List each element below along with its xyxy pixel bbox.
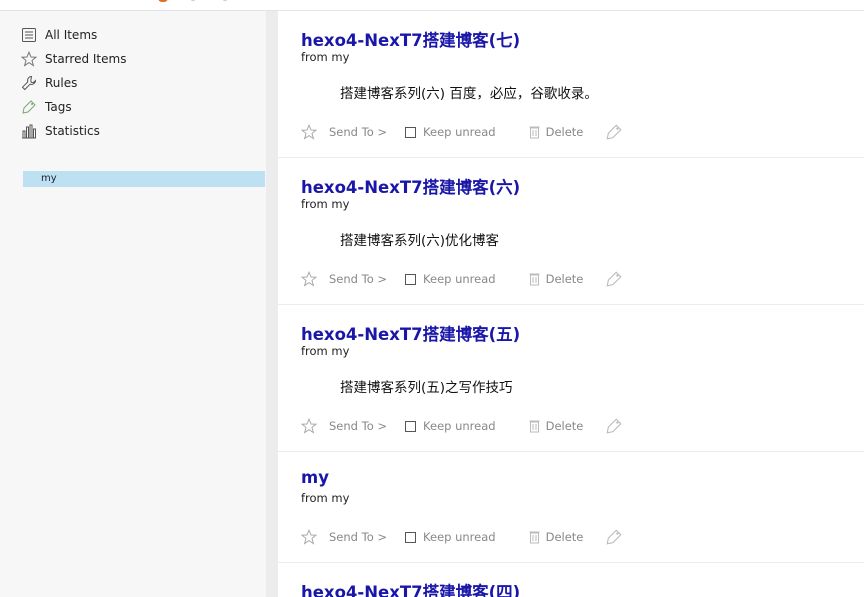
toolbar-icon xyxy=(190,0,196,1)
article-title[interactable]: my xyxy=(301,468,329,487)
delete-button[interactable]: Delete xyxy=(529,419,606,433)
article-source: from my xyxy=(301,50,350,64)
article-item: hexo4-NexT7搭建博客(七) from my 搭建博客系列(六) 百度，… xyxy=(278,11,864,158)
keep-unread-toggle[interactable]: Keep unread xyxy=(405,125,529,139)
keep-unread-checkbox[interactable] xyxy=(405,126,417,138)
tag-icon xyxy=(20,98,38,116)
toolbar-icon xyxy=(222,0,228,1)
star-icon xyxy=(20,50,38,68)
star-icon xyxy=(301,124,317,140)
star-icon xyxy=(301,271,317,287)
article-source: from my xyxy=(301,491,350,505)
article-actions: Send To > Keep unread Delete xyxy=(301,416,623,436)
sidebar-item-label: Rules xyxy=(45,76,78,90)
delete-label: Delete xyxy=(545,419,584,433)
article-title[interactable]: hexo4-NexT7搭建博客(七) xyxy=(301,27,520,51)
keep-unread-checkbox[interactable] xyxy=(405,531,417,543)
send-to-button[interactable]: Send To > xyxy=(329,272,387,286)
keep-unread-toggle[interactable]: Keep unread xyxy=(405,272,529,286)
delete-button[interactable]: Delete xyxy=(529,125,606,139)
tag-icon xyxy=(606,124,622,140)
keep-unread-checkbox[interactable] xyxy=(405,273,417,285)
keep-unread-toggle[interactable]: Keep unread xyxy=(405,530,529,544)
sidebar-item-rules[interactable]: Rules xyxy=(20,71,126,95)
tag-button[interactable] xyxy=(605,528,623,546)
sidebar-item-label: All Items xyxy=(45,28,98,42)
tag-icon xyxy=(606,529,622,545)
article-title[interactable]: hexo4-NexT7搭建博客(四) xyxy=(301,579,520,597)
star-button[interactable] xyxy=(301,271,329,287)
article-summary: 搭建博客系列(六)优化博客 xyxy=(340,233,500,249)
sidebar-item-statistics[interactable]: Statistics xyxy=(20,119,126,143)
keep-unread-label: Keep unread xyxy=(423,125,496,139)
keep-unread-checkbox[interactable] xyxy=(405,420,417,432)
tag-icon xyxy=(606,418,622,434)
article-summary: 搭建博客系列(六) 百度，必应，谷歌收录。 xyxy=(340,86,598,102)
article-actions: Send To > Keep unread Delete xyxy=(301,122,623,142)
delete-label: Delete xyxy=(545,125,584,139)
send-to-button[interactable]: Send To > xyxy=(329,125,387,139)
article-item: my from my Send To > Keep unread Delete xyxy=(278,452,864,563)
article-item: hexo4-NexT7搭建博客(四) xyxy=(278,563,864,597)
sidebar-nav: All Items Starred Items Rules Tags Stati… xyxy=(20,23,126,143)
keep-unread-label: Keep unread xyxy=(423,419,496,433)
tag-button[interactable] xyxy=(605,123,623,141)
sidebar-item-label: Starred Items xyxy=(45,52,127,66)
article-summary: 搭建博客系列(五)之写作技巧 xyxy=(340,380,513,396)
sidebar-item-tags[interactable]: Tags xyxy=(20,95,126,119)
star-icon xyxy=(301,529,317,545)
sidebar-item-label: Tags xyxy=(45,100,72,114)
tag-button[interactable] xyxy=(605,417,623,435)
delete-button[interactable]: Delete xyxy=(529,530,606,544)
article-item: hexo4-NexT7搭建博客(六) from my 搭建博客系列(六)优化博客… xyxy=(278,158,864,305)
star-button[interactable] xyxy=(301,124,329,140)
sidebar-item-starred-items[interactable]: Starred Items xyxy=(20,47,126,71)
send-to-button[interactable]: Send To > xyxy=(329,419,387,433)
bar-chart-icon xyxy=(20,122,38,140)
sidebar-folder-my[interactable]: my xyxy=(23,171,265,187)
tag-icon xyxy=(606,271,622,287)
star-button[interactable] xyxy=(301,529,329,545)
sidebar: All Items Starred Items Rules Tags Stati… xyxy=(0,11,266,597)
trash-icon xyxy=(529,126,540,139)
trash-icon xyxy=(529,531,540,544)
sidebar-item-label: Statistics xyxy=(45,124,100,138)
article-actions: Send To > Keep unread Delete xyxy=(301,269,623,289)
delete-label: Delete xyxy=(545,272,584,286)
article-title[interactable]: hexo4-NexT7搭建博客(五) xyxy=(301,321,520,345)
article-source: from my xyxy=(301,197,350,211)
article-title[interactable]: hexo4-NexT7搭建博客(六) xyxy=(301,174,520,198)
delete-label: Delete xyxy=(545,530,584,544)
article-actions: Send To > Keep unread Delete xyxy=(301,527,623,547)
app-logo-icon xyxy=(158,0,168,2)
tag-button[interactable] xyxy=(605,270,623,288)
star-icon xyxy=(301,418,317,434)
sidebar-splitter[interactable] xyxy=(266,11,278,597)
article-item: hexo4-NexT7搭建博客(五) from my 搭建博客系列(五)之写作技… xyxy=(278,305,864,452)
article-list: hexo4-NexT7搭建博客(七) from my 搭建博客系列(六) 百度，… xyxy=(278,11,864,597)
trash-icon xyxy=(529,273,540,286)
article-source: from my xyxy=(301,344,350,358)
keep-unread-label: Keep unread xyxy=(423,272,496,286)
wrench-icon xyxy=(20,74,38,92)
trash-icon xyxy=(529,420,540,433)
delete-button[interactable]: Delete xyxy=(529,272,606,286)
sidebar-item-all-items[interactable]: All Items xyxy=(20,23,126,47)
keep-unread-toggle[interactable]: Keep unread xyxy=(405,419,529,433)
keep-unread-label: Keep unread xyxy=(423,530,496,544)
window-top-strip xyxy=(0,0,864,11)
star-button[interactable] xyxy=(301,418,329,434)
send-to-button[interactable]: Send To > xyxy=(329,530,387,544)
list-icon xyxy=(20,26,38,44)
